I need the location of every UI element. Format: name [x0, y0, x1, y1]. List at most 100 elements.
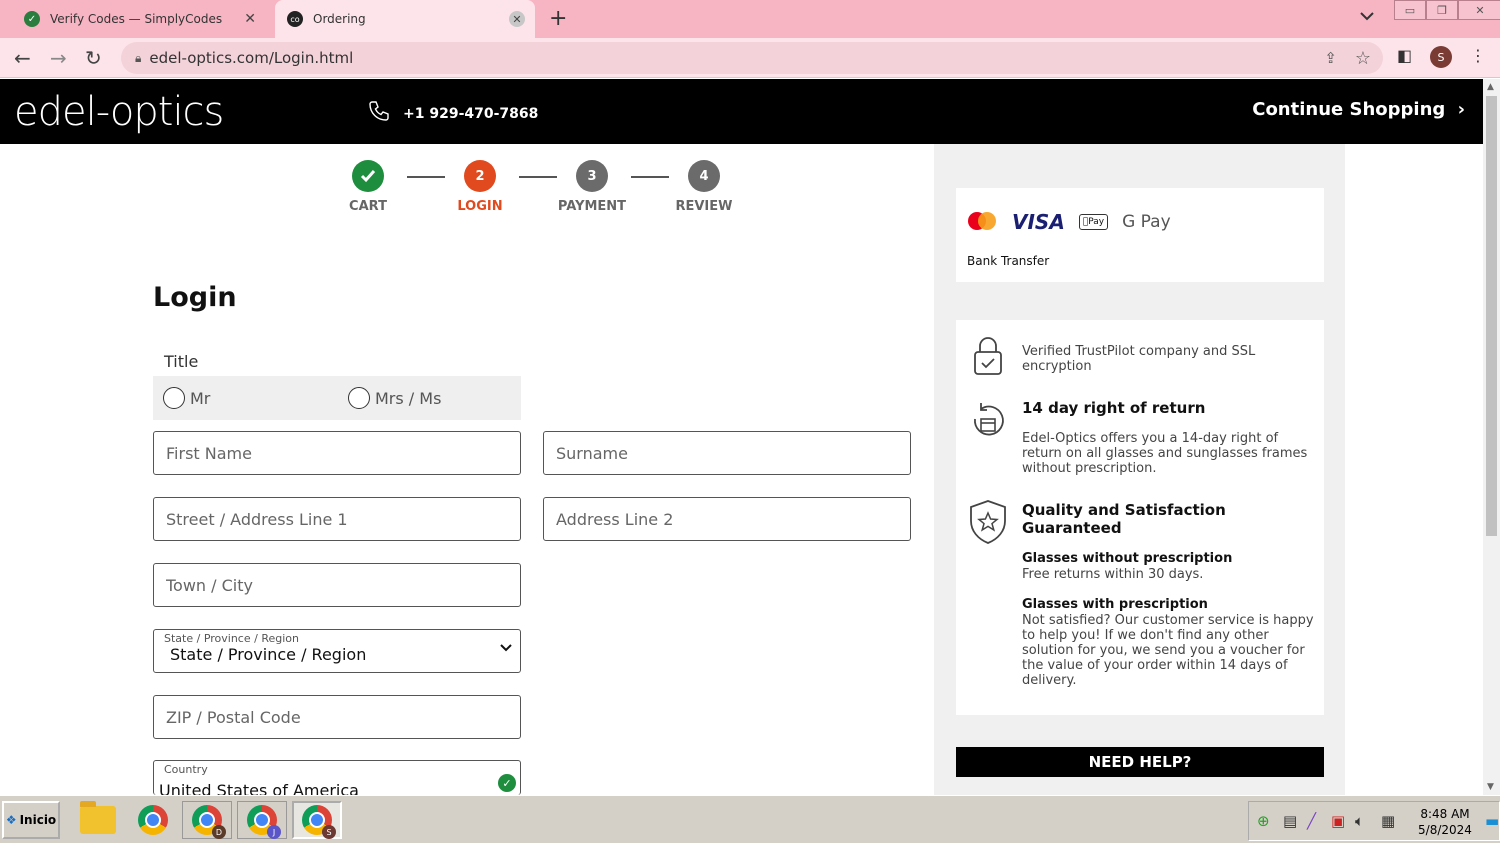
tray-device-icon[interactable]: ▤	[1283, 812, 1297, 830]
chrome-profile-s-icon[interactable]: S	[292, 801, 342, 839]
os-taskbar: ❖ Inicio D J S ⊕ ▤ ╱ ▣ 🔈︎ ▦ ▬ 8:48 AM 5/…	[0, 795, 1500, 843]
city-field[interactable]	[153, 563, 521, 607]
need-help-button[interactable]: NEED HELP?	[956, 747, 1324, 777]
start-button[interactable]: ❖ Inicio	[2, 801, 60, 839]
show-desktop-icon[interactable]: ▬	[1485, 812, 1499, 830]
apple-pay-icon: Pay	[1078, 214, 1109, 230]
windows-logo-icon: ❖	[5, 813, 17, 827]
system-clock[interactable]: 8:48 AM 5/8/2024	[1412, 806, 1478, 838]
minimize-icon[interactable]: ▭	[1394, 0, 1426, 20]
close-tab-icon[interactable]: ✕	[509, 11, 525, 27]
phone-number: +1 929-470-7868	[403, 106, 539, 122]
file-explorer-icon[interactable]	[73, 801, 123, 839]
chrome-profile-d-icon[interactable]: D	[182, 801, 232, 839]
first-name-field[interactable]	[153, 431, 521, 475]
continue-shopping-link[interactable]: Continue Shopping ›	[1252, 99, 1465, 120]
address-line-2-field[interactable]	[543, 497, 911, 541]
state-select[interactable]: State / Province / Region State / Provin…	[153, 629, 521, 673]
bank-transfer-label: Bank Transfer	[967, 254, 1050, 268]
tray-security-icon[interactable]: ▣	[1331, 812, 1345, 830]
no-prescription-heading: Glasses without prescription	[1022, 551, 1233, 566]
payment-methods-card: VISA Pay G Pay Bank Transfer	[956, 188, 1324, 282]
tray-volume-icon[interactable]: 🔈︎	[1355, 812, 1364, 830]
phone-contact[interactable]: +1 929-470-7868	[367, 99, 538, 129]
step-number: 2	[464, 160, 496, 192]
chrome-profile-j-icon[interactable]: J	[237, 801, 287, 839]
share-icon[interactable]: ⇪	[1324, 49, 1337, 67]
title-radio-group: Mr Mrs / Ms	[153, 376, 521, 420]
scroll-up-icon[interactable]: ▲	[1487, 82, 1494, 92]
tray-network-icon[interactable]: ▦	[1381, 812, 1395, 830]
street-input[interactable]	[166, 509, 520, 529]
country-select-value: United States of America	[159, 781, 359, 795]
chevron-down-icon	[500, 640, 512, 656]
visa-icon: VISA	[1012, 210, 1065, 234]
step-number: 4	[688, 160, 720, 192]
new-tab-icon[interactable]: +	[549, 6, 567, 31]
scrollbar-thumb[interactable]	[1486, 96, 1497, 536]
site-header: edel-optics +1 929-470-7868 Continue Sho…	[0, 79, 1483, 144]
profile-badge: D	[212, 825, 226, 839]
state-select-value: State / Province / Region	[170, 645, 367, 664]
radio-button[interactable]	[348, 387, 370, 409]
close-tab-icon[interactable]: ✕	[244, 11, 256, 27]
surname-input[interactable]	[556, 443, 910, 463]
page-scrollbar[interactable]: ▲ ▼	[1483, 79, 1500, 795]
step-label: PAYMENT	[557, 199, 627, 214]
apple-pay-label: Pay	[1082, 217, 1104, 227]
city-input[interactable]	[166, 575, 520, 595]
edel-optics-icon: co	[287, 11, 303, 27]
checkout-steps: CART 2 LOGIN 3 PAYMENT 4 REVIEW	[340, 160, 740, 220]
radio-mr[interactable]: Mr	[163, 387, 210, 409]
chrome-icon[interactable]	[128, 801, 178, 839]
browser-tab-bar: ✓ Verify Codes — SimplyCodes ✕ co Orderi…	[0, 0, 1500, 38]
prescription-heading: Glasses with prescription	[1022, 597, 1208, 612]
tray-pen-icon[interactable]: ╱	[1307, 812, 1316, 830]
zip-input[interactable]	[166, 707, 520, 727]
step-label: REVIEW	[675, 199, 733, 214]
close-window-icon[interactable]: ✕	[1458, 0, 1500, 20]
bookmark-star-icon[interactable]: ☆	[1355, 48, 1371, 69]
forward-icon[interactable]: →	[50, 46, 67, 70]
tab-title: Ordering	[313, 12, 366, 26]
restore-icon[interactable]: ❐	[1426, 0, 1458, 20]
tab-search-chevron-icon[interactable]	[1360, 10, 1374, 24]
simplycodes-icon: ✓	[24, 11, 40, 27]
step-cart: CART	[328, 160, 408, 214]
address-bar[interactable]: 🔒︎ edel-optics.com/Login.html ⇪ ☆	[121, 42, 1383, 74]
trust-card: Verified TrustPilot company and SSL encr…	[956, 320, 1324, 715]
street-field[interactable]	[153, 497, 521, 541]
padlock-icon	[966, 334, 1010, 378]
tab-ordering[interactable]: co Ordering ✕	[275, 0, 535, 38]
surname-field[interactable]	[543, 431, 911, 475]
radio-button[interactable]	[163, 387, 185, 409]
prescription-text: Not satisfied? Our customer service is h…	[1022, 613, 1314, 688]
radio-mrs-ms[interactable]: Mrs / Ms	[348, 387, 441, 409]
return-box-icon	[966, 400, 1010, 444]
first-name-input[interactable]	[166, 443, 520, 463]
start-label: Inicio	[19, 813, 57, 827]
scroll-down-icon[interactable]: ▼	[1487, 782, 1494, 792]
back-icon[interactable]: ←	[14, 46, 31, 70]
profile-badge: S	[322, 825, 336, 839]
step-label: LOGIN	[457, 199, 503, 214]
step-label: CART	[349, 199, 387, 214]
url-text: edel-optics.com/Login.html	[149, 49, 354, 67]
profile-avatar[interactable]: S	[1430, 46, 1452, 68]
state-select-label: State / Province / Region	[164, 632, 299, 645]
radio-mrs-label: Mrs / Ms	[375, 388, 442, 408]
trust-ssl-text: Verified TrustPilot company and SSL encr…	[1022, 344, 1256, 374]
tab-simplycodes[interactable]: ✓ Verify Codes — SimplyCodes ✕	[12, 0, 270, 38]
tray-update-icon[interactable]: ⊕	[1257, 812, 1270, 830]
phone-icon	[367, 99, 391, 129]
address-line-2-input[interactable]	[556, 509, 910, 529]
side-panel-icon[interactable]: ◧	[1397, 46, 1412, 65]
checkmark-icon	[352, 160, 384, 192]
site-logo[interactable]: edel-optics	[14, 89, 224, 135]
zip-field[interactable]	[153, 695, 521, 739]
reload-icon[interactable]: ↻	[85, 46, 102, 70]
radio-mr-label: Mr	[190, 388, 211, 408]
clock-time: 8:48 AM	[1420, 807, 1470, 821]
menu-dots-icon[interactable]: ⋮	[1470, 46, 1486, 65]
country-select[interactable]: Country United States of America ✓	[153, 760, 521, 795]
